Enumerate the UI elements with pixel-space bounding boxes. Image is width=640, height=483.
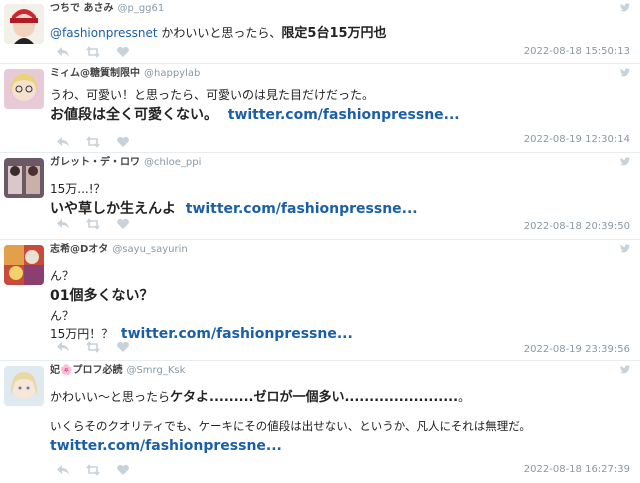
avatar[interactable] bbox=[4, 69, 44, 109]
tweet-3: ガレット・デ・ロワ @chloe_ppi 15万...!？ いや草しか生えんよ t… bbox=[0, 154, 640, 240]
tweet-text: ん？ bbox=[50, 269, 75, 283]
tweet-text-bold: 01個多くない？ bbox=[50, 288, 154, 304]
like-icon[interactable] bbox=[116, 464, 130, 476]
tweet-2: ミィム@糖質制限中 @happylab うわ、可愛い！と思ったら、可愛いのは見た目… bbox=[0, 65, 640, 153]
user-handle[interactable]: @Smrg_Ksk bbox=[126, 365, 185, 376]
user-handle[interactable]: @sayu_sayurin bbox=[112, 244, 187, 255]
timestamp[interactable]: 2022-08-19 23:39:56 bbox=[524, 344, 630, 355]
tweet-link[interactable]: twitter.com/fashionpressne... bbox=[50, 438, 282, 454]
reply-icon[interactable] bbox=[56, 218, 70, 230]
twitter-bird-icon[interactable] bbox=[620, 244, 630, 253]
timestamp[interactable]: 2022-08-19 12:30:14 bbox=[524, 134, 630, 145]
retweet-icon[interactable] bbox=[86, 136, 100, 148]
avatar[interactable] bbox=[4, 158, 44, 198]
tweet-4: 志希@Dオタ @sayu_sayurin ん？ 01個多くない？ ん？ 15万円！… bbox=[0, 241, 640, 361]
tweet-link[interactable]: twitter.com/fashionpressne... bbox=[121, 326, 353, 342]
avatar[interactable] bbox=[4, 366, 44, 406]
user-handle[interactable]: @p_gg61 bbox=[117, 3, 164, 14]
user-name[interactable]: 妃🌸プロフ必読 bbox=[50, 365, 122, 376]
tweet-text: うわ、可愛い！と思ったら、可愛いのは見た目だけだった。 bbox=[50, 88, 375, 102]
twitter-bird-icon[interactable] bbox=[620, 68, 630, 77]
timestamp[interactable]: 2022-08-18 15:50:13 bbox=[524, 46, 630, 57]
like-icon[interactable] bbox=[116, 46, 130, 58]
tweet-text: 。 bbox=[458, 390, 471, 404]
tweet-text: 15万円！？ bbox=[50, 327, 114, 341]
user-name[interactable]: ガレット・デ・ロワ bbox=[50, 157, 140, 168]
avatar[interactable] bbox=[4, 4, 44, 44]
twitter-bird-icon[interactable] bbox=[620, 157, 630, 166]
tweet-text-bold: お値段は全く可愛くない。 bbox=[50, 107, 218, 123]
retweet-icon[interactable] bbox=[86, 464, 100, 476]
tweet-link[interactable]: twitter.com/fashionpressne... bbox=[186, 201, 418, 217]
tweet-text: ん？ bbox=[50, 309, 75, 323]
like-icon[interactable] bbox=[116, 218, 130, 230]
like-icon[interactable] bbox=[116, 341, 130, 353]
timestamp[interactable]: 2022-08-18 16:27:39 bbox=[524, 464, 630, 475]
tweet-text-bold: ケタよ.........ゼロが一個多い.....................… bbox=[170, 390, 459, 405]
mention-link[interactable]: @fashionpressnet bbox=[50, 26, 158, 40]
retweet-icon[interactable] bbox=[86, 46, 100, 58]
reply-icon[interactable] bbox=[56, 46, 70, 58]
retweet-icon[interactable] bbox=[86, 218, 100, 230]
like-icon[interactable] bbox=[116, 136, 130, 148]
tweet-link[interactable]: twitter.com/fashionpressne... bbox=[228, 107, 460, 123]
avatar[interactable] bbox=[4, 245, 44, 285]
tweet-1: つちで あさみ @p_gg61 @fashionpressnet かわいいと思った… bbox=[0, 0, 640, 64]
user-handle[interactable]: @chloe_ppi bbox=[144, 157, 201, 168]
tweet-text: かわいいと思ったら、 bbox=[157, 26, 282, 40]
tweet-text: 15万...!？ bbox=[50, 182, 106, 196]
tweet-feed: つちで あさみ @p_gg61 @fashionpressnet かわいいと思った… bbox=[0, 0, 640, 483]
timestamp[interactable]: 2022-08-18 20:39:50 bbox=[524, 221, 630, 232]
tweet-text-bold: いや草しか生えんよ bbox=[50, 201, 176, 217]
tweet-text: いくらそのクオリティでも、ケーキにその値段は出せない、というか、凡人にそれは無理… bbox=[50, 419, 531, 433]
tweet-text-bold: 限定5台15万円也 bbox=[281, 26, 387, 41]
reply-icon[interactable] bbox=[56, 136, 70, 148]
reply-icon[interactable] bbox=[56, 464, 70, 476]
user-name[interactable]: つちで あさみ bbox=[50, 3, 113, 14]
user-name[interactable]: 志希@Dオタ bbox=[50, 244, 108, 255]
tweet-5: 妃🌸プロフ必読 @Smrg_Ksk かわいい〜と思ったらケタよ.........ゼ… bbox=[0, 362, 640, 483]
twitter-bird-icon[interactable] bbox=[620, 365, 630, 374]
twitter-bird-icon[interactable] bbox=[620, 3, 630, 12]
user-handle[interactable]: @happylab bbox=[144, 68, 200, 79]
tweet-text: かわいい〜と思ったら bbox=[50, 390, 171, 404]
retweet-icon[interactable] bbox=[86, 341, 100, 353]
reply-icon[interactable] bbox=[56, 341, 70, 353]
user-name[interactable]: ミィム@糖質制限中 bbox=[50, 68, 140, 79]
